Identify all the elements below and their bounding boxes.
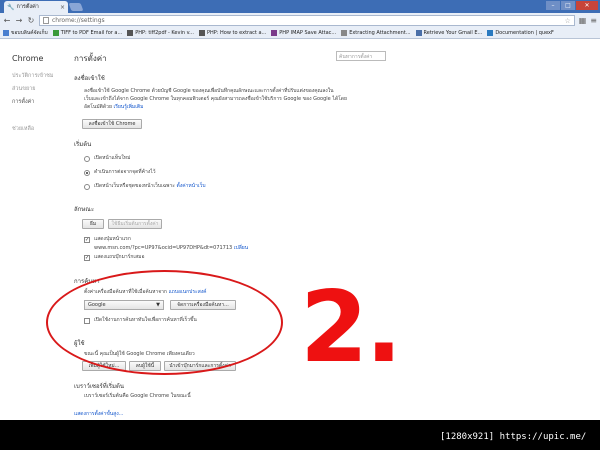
chrome-brand: Chrome [12,54,44,63]
address-bar[interactable]: chrome://settings ☆ [39,15,575,26]
watermark-text: [1280x921] https://upic.me/ [440,432,587,442]
change-home-link[interactable]: เปลี่ยน [234,245,248,251]
signin-desc-2: เว็บและเข้าถึงได้จาก Google Chrome ในทุก… [84,96,347,102]
settings-search-input[interactable]: ค้นหาการตั้งค่า [336,51,386,61]
sidebar: Chrome ประวัติการเข้าชม ส่วนขยาย การตั้ง… [0,39,62,420]
default-browser-desc: เบราว์เซอร์เริ่มต้นคือ Google Chrome ในข… [84,393,191,399]
startup-option-newtab: เปิดหน้าแท็บใหม่ [94,155,131,161]
show-home-checkbox[interactable]: ✓ [84,237,90,243]
bookmark-item[interactable]: PHP: tiff2pdf - Kevin v... [127,30,194,36]
bookmark-label: PHP IMAP Save Attac... [279,30,337,36]
startup-radio-specific[interactable] [84,184,90,190]
advanced-settings-link[interactable]: แสดงการตั้งค่าขั้นสูง... [74,410,123,418]
minimize-icon[interactable]: – [546,1,560,10]
sidebar-item-extensions[interactable]: ส่วนขยาย [12,85,36,93]
back-icon[interactable]: ← [3,16,11,25]
theme-button[interactable]: ธีม [82,219,104,229]
close-icon[interactable]: ✕ [576,1,598,10]
sidebar-item-help[interactable]: ช่วยเหลือ [12,125,34,133]
sidebar-item-settings[interactable]: การตั้งค่า [12,98,34,106]
bookmark-item[interactable]: PHP IMAP Save Attac... [271,30,336,36]
bookmark-icon [487,30,494,36]
wrench-icon: 🔧 [7,3,15,11]
page-icon [43,17,49,24]
signin-section-title: ลงชื่อเข้าใช้ [74,75,105,82]
annotation-number: 2. [300,271,402,385]
signin-desc-3-text: อัตโนมัติด้วย [84,104,112,110]
bookmark-icon [52,30,59,36]
address-text: chrome://settings [52,17,105,24]
startup-option-continue: ดำเนินการต่อจากจุดที่ค้างไว้ [94,169,156,175]
startup-option-specific-text: เปิดหน้าเว็บหรือชุดของหน้าเว็บเฉพาะ [94,183,175,189]
bookmark-item[interactable]: Retrieve Your Gmail E... [415,30,483,36]
bookmark-label: TIFF to PDF Email for a... [60,30,123,36]
home-url: www.msn.com/?pc=UP97&ocid=UP97DHP&dt=071… [94,245,233,251]
maximize-icon[interactable]: □ [561,1,575,10]
bookmark-item[interactable]: PHP: How to extract a... [198,30,267,36]
reload-icon[interactable]: ↻ [27,16,35,25]
tab-settings[interactable]: 🔧 การตั้งค่า × [4,1,68,13]
set-pages-link[interactable]: ตั้งค่าหน้าเว็บ [177,183,206,189]
startup-section-title: เริ่มต้น [74,141,92,148]
forward-icon[interactable]: → [15,16,23,25]
bookmark-label: ขอบบลินค์จัดเก็บ [11,30,48,36]
star-icon[interactable]: ☆ [564,17,570,25]
new-tab-button[interactable] [68,3,84,11]
bookmark-icon [198,30,205,36]
window-controls: – □ ✕ [546,1,598,10]
reset-theme-button[interactable]: ใช้ธีมเริ่มต้นการตั้งค่า [108,219,162,229]
bookmark-icon [3,30,9,36]
title-bar: 🔧 การตั้งค่า × – □ ✕ [0,0,600,13]
startup-radio-newtab[interactable] [84,156,90,162]
annotation-ellipse [46,270,283,375]
toolbar: ← → ↻ chrome://settings ☆ ▦ ≡ [0,13,600,28]
menu-icon[interactable]: ≡ [590,16,597,25]
extension-icon[interactable]: ▦ [579,16,587,25]
signin-desc-3: อัตโนมัติด้วย เรียนรู้เพิ่มเติม [84,103,143,111]
bookmark-item[interactable]: ขอบบลินค์จัดเก็บ [3,29,48,37]
tab-close-icon[interactable]: × [60,4,65,11]
tab-title: การตั้งค่า [16,4,39,10]
appearance-section-title: ลักษณะ [74,206,95,213]
bookmark-item[interactable]: Extracting Attachment... [341,30,411,36]
home-url-line: www.msn.com/?pc=UP97&ocid=UP97DHP&dt=071… [94,244,248,252]
bookmark-label: Documentation | quexF [495,30,554,36]
bookmark-item[interactable]: TIFF to PDF Email for a... [52,30,123,36]
startup-option-specific: เปิดหน้าเว็บหรือชุดของหน้าเว็บเฉพาะ ตั้ง… [94,182,206,190]
bookmark-icon [127,30,134,36]
bookmark-label: Retrieve Your Gmail E... [423,30,483,36]
signin-desc-1: ลงชื่อเข้าใช้ Google Chrome ด้วยบัญชี Go… [84,88,334,94]
bookmark-label: PHP: tiff2pdf - Kevin v... [135,30,194,36]
show-bookmarks-label: แสดงแถบบุ๊กมาร์กเสมอ [94,254,145,260]
signin-button[interactable]: ลงชื่อเข้าใช้ Chrome [82,119,142,129]
bookmarks-bar: ขอบบลินค์จัดเก็บ TIFF to PDF Email for a.… [0,28,600,39]
default-browser-section-title: เบราว์เซอร์ที่เริ่มต้น [74,383,124,390]
bookmark-item[interactable]: Documentation | quexF [487,30,554,36]
sidebar-item-history[interactable]: ประวัติการเข้าชม [12,72,54,80]
bookmark-label: PHP: How to extract a... [206,30,267,36]
show-bookmarks-checkbox[interactable]: ✓ [84,255,90,261]
bookmark-icon [271,30,278,36]
page-title: การตั้งค่า [74,54,107,63]
bookmark-icon [415,30,422,36]
learn-more-link[interactable]: เรียนรู้เพิ่มเติม [113,104,143,110]
settings-page: Chrome ประวัติการเข้าชม ส่วนขยาย การตั้ง… [0,39,600,420]
show-home-label: แสดงปุ่มหน้าแรก [94,236,131,242]
bookmark-icon [341,30,348,36]
startup-radio-continue[interactable] [84,170,90,176]
bookmark-label: Extracting Attachment... [349,30,411,36]
